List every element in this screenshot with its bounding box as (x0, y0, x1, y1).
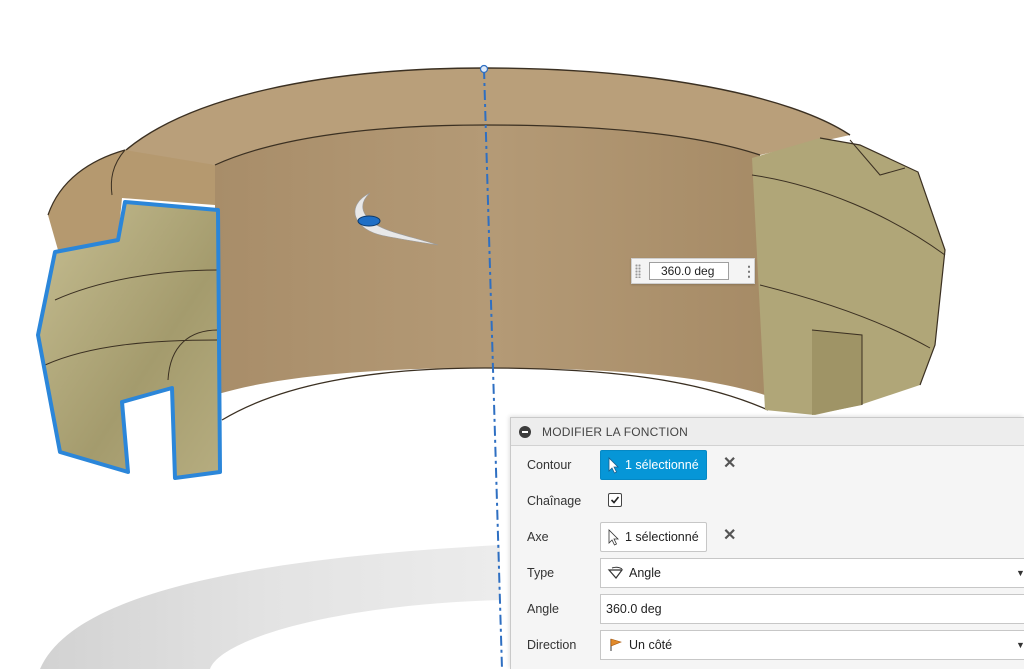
chevron-down-icon: ▼ (1016, 640, 1024, 650)
ground-shadow (40, 545, 500, 669)
axis-select-value: 1 sélectionné (625, 530, 699, 544)
cursor-arrow-icon (608, 529, 619, 546)
edit-feature-panel: MODIFIER LA FONCTION Contour 1 sélection… (510, 417, 1024, 669)
collapse-icon[interactable] (519, 426, 531, 438)
type-value: Angle (629, 566, 661, 580)
direction-dropdown[interactable]: Un côté ▼ (600, 630, 1024, 660)
axis-select-button[interactable]: 1 sélectionné (600, 522, 707, 552)
cursor-arrow-icon (608, 457, 619, 474)
panel-header: MODIFIER LA FONCTION (511, 418, 1024, 446)
clear-profile-icon[interactable]: ✕ (723, 455, 736, 473)
angle-manipulator-input[interactable]: 360.0 deg ⋮ (631, 258, 756, 284)
chaining-checkbox[interactable] (608, 493, 622, 507)
angle-icon (607, 566, 624, 579)
chaining-row: Chaînage (511, 483, 1024, 519)
more-options-icon[interactable]: ⋮ (742, 262, 756, 280)
profile-row: Contour 1 sélectionné ✕ (511, 447, 1024, 483)
axis-row: Axe 1 sélectionné ✕ (511, 519, 1024, 555)
panel-title: MODIFIER LA FONCTION (542, 425, 689, 439)
chevron-down-icon: ▼ (1016, 568, 1024, 578)
direction-label: Direction (527, 638, 577, 652)
type-dropdown[interactable]: Angle ▼ (600, 558, 1024, 588)
type-label: Type (527, 566, 555, 580)
clear-axis-icon[interactable]: ✕ (723, 527, 736, 545)
profile-select-value: 1 sélectionné (625, 458, 699, 472)
checkmark-icon (610, 496, 620, 504)
profile-select-button[interactable]: 1 sélectionné (600, 450, 707, 480)
type-row: Type Angle ▼ (511, 555, 1024, 591)
flag-icon (610, 638, 622, 651)
axis-label: Axe (527, 530, 549, 544)
angle-row: Angle 360.0 deg (511, 591, 1024, 627)
drag-grip-icon[interactable] (635, 264, 641, 278)
angle-label: Angle (527, 602, 559, 616)
chaining-label: Chaînage (527, 494, 582, 508)
angle-manipulator-field[interactable]: 360.0 deg (649, 262, 729, 280)
direction-value: Un côté (629, 638, 673, 652)
angle-input[interactable]: 360.0 deg (600, 594, 1024, 624)
profile-label: Contour (527, 458, 572, 472)
direction-row: Direction Un côté ▼ (511, 627, 1024, 663)
